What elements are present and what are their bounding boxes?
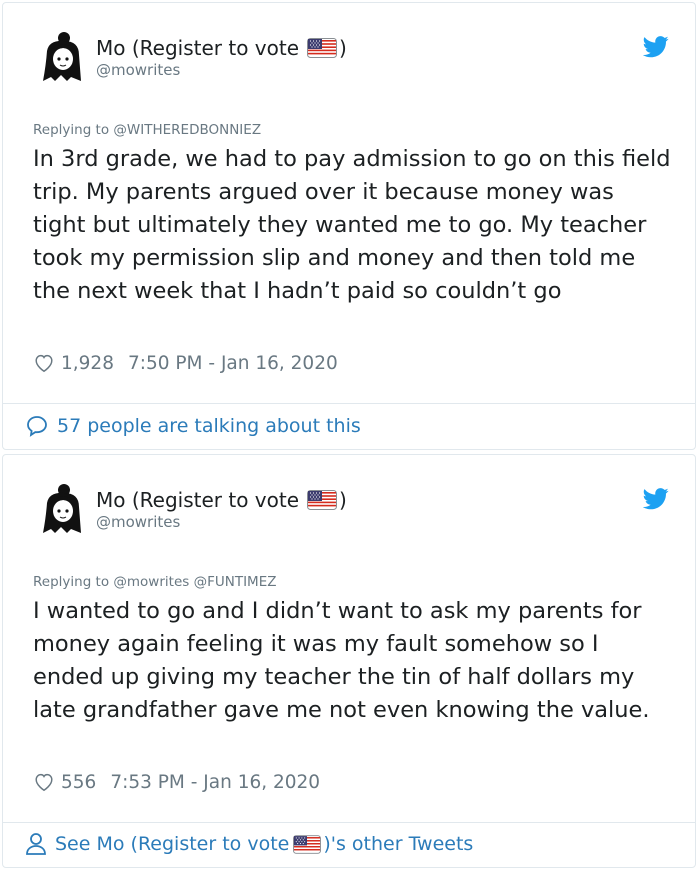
like-count[interactable]: 556 bbox=[61, 772, 96, 793]
author-name-close: ) bbox=[339, 36, 347, 60]
author-handle[interactable]: @mowrites bbox=[96, 513, 180, 531]
twitter-bird-icon[interactable] bbox=[643, 488, 669, 510]
timestamp[interactable]: 7:53 PM - Jan 16, 2020 bbox=[110, 772, 320, 793]
us-flag-icon bbox=[307, 38, 337, 58]
us-flag-icon bbox=[307, 490, 337, 510]
author-name-label: Mo (Register to vote bbox=[96, 36, 300, 60]
tweet-meta: 556 7:53 PM - Jan 16, 2020 bbox=[33, 771, 320, 793]
conversation-link[interactable]: 57 people are talking about this bbox=[25, 414, 361, 438]
tweet-meta: 1,928 7:50 PM - Jan 16, 2020 bbox=[33, 352, 338, 374]
author-handle[interactable]: @mowrites bbox=[96, 61, 180, 79]
tweet-card-2: Mo (Register to vote ) @mowrites Replyin… bbox=[2, 454, 696, 868]
speech-bubble-icon bbox=[27, 416, 47, 437]
like-count[interactable]: 1,928 bbox=[61, 353, 114, 374]
tweet-text: In 3rd grade, we had to pay admission to… bbox=[33, 146, 671, 304]
replying-to[interactable]: Replying to @WITHEREDBONNIEZ bbox=[33, 122, 261, 138]
us-flag-icon bbox=[293, 835, 321, 854]
avatar[interactable] bbox=[37, 483, 85, 535]
author-name[interactable]: Mo (Register to vote ) bbox=[96, 488, 347, 512]
heart-icon[interactable] bbox=[33, 771, 55, 793]
timestamp[interactable]: 7:50 PM - Jan 16, 2020 bbox=[128, 353, 338, 374]
avatar[interactable] bbox=[37, 31, 85, 83]
other-tweets-link[interactable]: See Mo (Register to vote )'s other Tweet… bbox=[25, 832, 473, 856]
tweet-card-1: Mo (Register to vote ) @mowrites Replyin… bbox=[2, 2, 696, 450]
tweet-text: I wanted to go and I didn’t want to ask … bbox=[33, 598, 650, 723]
conversation-label: 57 people are talking about this bbox=[57, 415, 361, 437]
divider bbox=[3, 822, 695, 823]
author-name[interactable]: Mo (Register to vote ) bbox=[96, 36, 347, 60]
other-tweets-label-start: See Mo (Register to vote bbox=[55, 833, 290, 855]
author-name-close: ) bbox=[339, 488, 347, 512]
divider bbox=[3, 403, 695, 404]
person-icon bbox=[26, 833, 46, 855]
author-name-label: Mo (Register to vote bbox=[96, 488, 300, 512]
other-tweets-label-end: )'s other Tweets bbox=[323, 833, 474, 855]
twitter-bird-icon[interactable] bbox=[643, 36, 669, 58]
replying-to[interactable]: Replying to @mowrites @FUNTIMEZ bbox=[33, 574, 276, 590]
heart-icon[interactable] bbox=[33, 352, 55, 374]
